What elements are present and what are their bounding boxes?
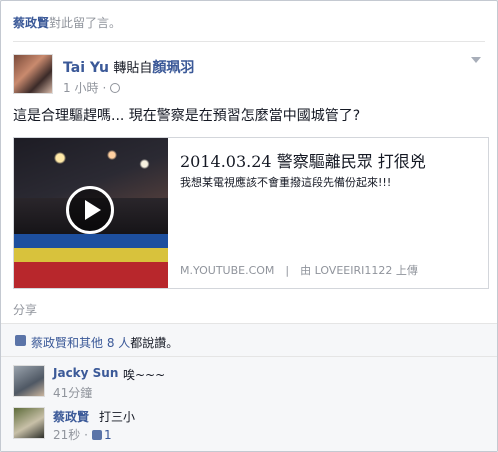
likes-summary: 蔡政賢和其他 8 人都說讚。 bbox=[1, 323, 497, 357]
activity-header: 蔡政賢對此留了言。 bbox=[13, 14, 121, 31]
shared-description: 我想某電視應該不會重撥這段先備份起來!!! bbox=[180, 176, 392, 189]
author-name-link[interactable]: Tai Yu bbox=[63, 60, 109, 76]
shared-source: M.YOUTUBE.COM | 由 LOVEEIRI1122 上傳 bbox=[180, 264, 418, 277]
play-icon[interactable] bbox=[66, 186, 114, 234]
chevron-down-icon[interactable] bbox=[471, 57, 481, 63]
thumbs-up-icon bbox=[15, 335, 26, 346]
likes-count-link[interactable]: 8 人 bbox=[107, 336, 130, 350]
commenter-avatar[interactable] bbox=[13, 365, 45, 397]
comment-text: 唉~~~ bbox=[123, 368, 166, 382]
likes-names-link[interactable]: 蔡政賢和其他 bbox=[31, 336, 103, 350]
post-text: 這是合理驅趕嗎... 現在警察是在預習怎麼當中國城管了? bbox=[13, 108, 361, 124]
comment-timestamp[interactable]: 21秒 bbox=[53, 428, 80, 442]
dot-separator: · bbox=[84, 428, 88, 442]
story-card: 蔡政賢對此留了言。 Tai Yu 轉貼自顏珮羽 1 小時 · 這是合理驅趕嗎..… bbox=[0, 0, 498, 452]
commenter-name-link[interactable]: 蔡政賢 bbox=[53, 408, 89, 425]
likes-suffix: 都說讚。 bbox=[130, 336, 179, 350]
commenter-avatar[interactable] bbox=[13, 407, 45, 439]
comment-text: 打三小 bbox=[99, 410, 136, 424]
share-button[interactable]: 分享 bbox=[13, 301, 37, 318]
via-text: 轉貼自 bbox=[113, 61, 153, 76]
video-thumbnail[interactable] bbox=[14, 138, 168, 288]
shared-title[interactable]: 2014.03.24 警察驅離民眾 打很兇 bbox=[180, 148, 426, 172]
comment-meta: 21秒 · 1 bbox=[53, 426, 112, 443]
activity-actor-link[interactable]: 蔡政賢 bbox=[13, 16, 49, 30]
activity-text: 對此留了言。 bbox=[49, 16, 122, 30]
comment-timestamp[interactable]: 41分鐘 bbox=[53, 384, 92, 401]
globe-icon[interactable] bbox=[110, 82, 121, 93]
original-author-link[interactable]: 顏珮羽 bbox=[152, 60, 194, 76]
dot-separator: · bbox=[102, 80, 107, 95]
header-divider bbox=[13, 41, 485, 42]
commenter-name-link[interactable]: Jacky Sun bbox=[53, 366, 118, 380]
author-line: Tai Yu 轉貼自顏珮羽 bbox=[63, 57, 194, 77]
post-timestamp[interactable]: 1 小時 bbox=[63, 79, 98, 96]
post-meta: 1 小時 · bbox=[63, 79, 121, 96]
comment-like-count[interactable]: 1 bbox=[104, 428, 112, 442]
thumbs-up-icon[interactable] bbox=[91, 430, 102, 440]
shared-video-card[interactable]: 2014.03.24 警察驅離民眾 打很兇 我想某電視應該不會重撥這段先備份起來… bbox=[13, 137, 489, 289]
author-avatar[interactable] bbox=[13, 54, 53, 94]
